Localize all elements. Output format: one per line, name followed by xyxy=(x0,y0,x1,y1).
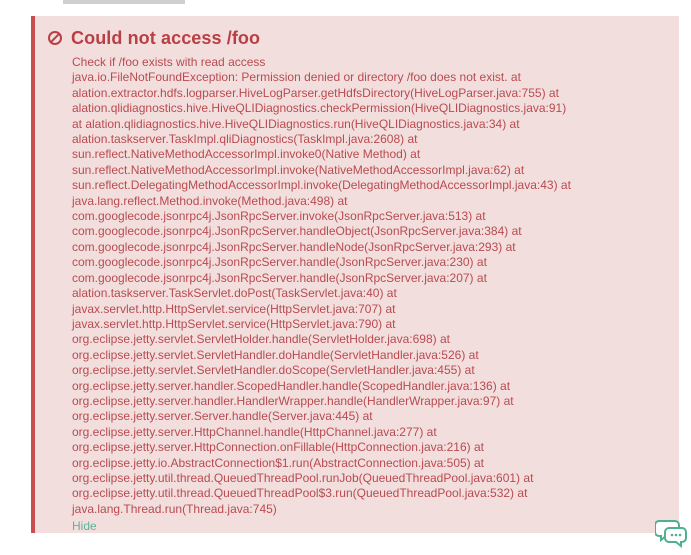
stack-trace-line: org.eclipse.jetty.io.AbstractConnection$… xyxy=(72,455,485,470)
stack-trace-line: sun.reflect.DelegatingMethodAccessorImpl… xyxy=(72,178,571,193)
stack-trace-line: com.googlecode.jsonrpc4j.JsonRpcServer.h… xyxy=(72,224,522,239)
stack-trace-line: javax.servlet.http.HttpServlet.service(H… xyxy=(72,316,396,331)
top-bar xyxy=(63,0,185,4)
stack-trace-line: org.eclipse.jetty.servlet.ServletHandler… xyxy=(72,363,475,378)
stack-trace-line: com.googlecode.jsonrpc4j.JsonRpcServer.h… xyxy=(72,255,487,270)
stack-trace-line: org.eclipse.jetty.server.handler.Handler… xyxy=(72,393,514,408)
error-title-row: Could not access /foo xyxy=(47,24,669,52)
stack-trace-line: sun.reflect.NativeMethodAccessorImpl.inv… xyxy=(72,162,525,177)
stack-trace-line: sun.reflect.NativeMethodAccessorImpl.inv… xyxy=(72,147,421,162)
stack-trace-line: java.io.FileNotFoundException: Permissio… xyxy=(72,70,521,85)
stack-trace-line: org.eclipse.jetty.server.HttpChannel.han… xyxy=(72,424,437,439)
stack-trace-line: alation.extractor.hdfs.logparser.HiveLog… xyxy=(72,85,559,100)
stack-trace-line: alation.qlidiagnostics.hive.HiveQLIDiagn… xyxy=(72,101,567,116)
error-title: Could not access /foo xyxy=(71,27,261,48)
stack-trace-line: org.eclipse.jetty.server.HttpConnection.… xyxy=(72,440,484,455)
stack-trace-line: at alation.qlidiagnostics.hive.HiveQLIDi… xyxy=(72,116,520,131)
stack-trace-line: org.eclipse.jetty.server.Server.handle(S… xyxy=(72,409,373,424)
error-subtitle: Check if /foo exists with read access xyxy=(72,55,266,69)
stack-trace-line: org.eclipse.jetty.util.thread.QueuedThre… xyxy=(72,470,534,485)
stack-trace: java.io.FileNotFoundException: Permissio… xyxy=(72,70,669,517)
stack-trace-line: alation.taskserver.TaskServlet.doPost(Ta… xyxy=(72,286,397,301)
chat-bubbles-icon[interactable] xyxy=(655,515,689,549)
error-content: Check if /foo exists with read access ja… xyxy=(72,55,669,535)
stack-trace-line: org.eclipse.jetty.server.handler.ScopedH… xyxy=(72,378,511,393)
stack-trace-line: org.eclipse.jetty.servlet.ServletHolder.… xyxy=(72,332,450,347)
stack-trace-line: javax.servlet.http.HttpServlet.service(H… xyxy=(72,301,396,316)
ban-icon xyxy=(48,31,62,45)
stack-trace-line: org.eclipse.jetty.util.thread.QueuedThre… xyxy=(72,486,528,501)
stack-trace-line: com.googlecode.jsonrpc4j.JsonRpcServer.i… xyxy=(72,209,486,224)
stack-trace-line: java.lang.Thread.run(Thread.java:745) xyxy=(72,501,277,516)
error-alert: Could not access /foo Check if /foo exis… xyxy=(31,16,679,533)
stack-trace-line: com.googlecode.jsonrpc4j.JsonRpcServer.h… xyxy=(72,239,516,254)
hide-link[interactable]: Hide xyxy=(72,519,97,534)
stack-trace-line: alation.taskserver.TaskImpl.qliDiagnosti… xyxy=(72,132,418,147)
stack-trace-line: java.lang.reflect.Method.invoke(Method.j… xyxy=(72,193,348,208)
stack-trace-line: org.eclipse.jetty.servlet.ServletHandler… xyxy=(72,347,479,362)
stack-trace-line: com.googlecode.jsonrpc4j.JsonRpcServer.h… xyxy=(72,270,487,285)
